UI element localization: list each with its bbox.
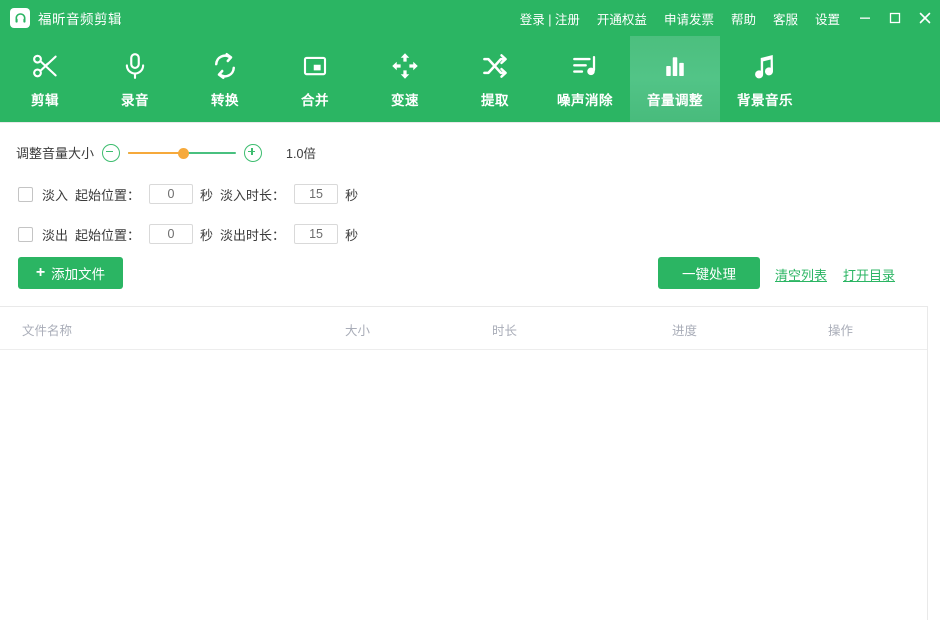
nav-label-record: 录音 [121,89,149,109]
nav-label-edit: 剪辑 [31,89,59,109]
slider-handle[interactable] [178,148,189,159]
main-nav: 剪辑 录音 转换 [0,36,940,122]
plus-circle-icon[interactable] [244,144,262,162]
brand: 福昕音频剪辑 [10,8,122,28]
nav-item-record[interactable]: 录音 [90,36,180,122]
fade-in-start-input[interactable] [149,184,193,204]
merge-icon [300,49,330,83]
title-bar: 福昕音频剪辑 登录 | 注册 开通权益 申请发票 帮助 客服 设置 [0,0,940,36]
close-icon[interactable] [910,0,940,36]
fade-out-checkbox[interactable] [18,227,33,242]
app-title: 福昕音频剪辑 [38,8,122,28]
fade-in-row: 淡入 起始位置： 秒 淡入时长： 秒 [18,184,358,204]
nav-item-convert[interactable]: 转换 [180,36,270,122]
music-note-icon [750,49,780,83]
menu-apply-invoice[interactable]: 申请发票 [664,9,714,28]
table-header-row: 文件名称 大小 时长 进度 操作 [0,307,927,350]
menu-open-benefits[interactable]: 开通权益 [597,9,647,28]
fade-in-duration-unit: 秒 [345,185,358,204]
fade-in-start-unit: 秒 [200,185,213,204]
nav-item-noise-reduction[interactable]: 噪声消除 [540,36,630,122]
menu-help[interactable]: 帮助 [731,9,756,28]
minus-circle-icon[interactable] [102,144,120,162]
column-header-size: 大小 [345,320,370,339]
maximize-icon[interactable] [880,0,910,36]
open-directory-link[interactable]: 打开目录 [843,265,895,284]
nav-item-background-music[interactable]: 背景音乐 [720,36,810,122]
slider-fill [128,152,184,155]
add-file-button[interactable]: + 添加文件 [18,257,123,289]
fade-in-start-label: 起始位置： [75,185,140,204]
nav-item-extract[interactable]: 提取 [450,36,540,122]
process-button[interactable]: 一键处理 [658,257,760,289]
convert-refresh-icon [210,49,240,83]
fade-out-row: 淡出 起始位置： 秒 淡出时长： 秒 [18,224,358,244]
menu-customer-service[interactable]: 客服 [773,9,798,28]
column-header-duration: 时长 [492,320,517,339]
menu-settings[interactable]: 设置 [815,9,840,28]
nav-label-merge: 合并 [301,89,329,109]
nav-item-merge[interactable]: 合并 [270,36,360,122]
nav-item-speed[interactable]: 变速 [360,36,450,122]
fade-out-duration-unit: 秒 [345,225,358,244]
shuffle-extract-icon [480,49,510,83]
fade-out-start-label: 起始位置： [75,225,140,244]
app-window: 福昕音频剪辑 登录 | 注册 开通权益 申请发票 帮助 客服 设置 [0,0,940,620]
clear-list-link[interactable]: 清空列表 [775,265,827,284]
minimize-icon[interactable] [850,0,880,36]
fade-in-duration-label: 淡入时长： [220,185,285,204]
fade-in-label: 淡入 [42,185,68,204]
nav-label-background-music: 背景音乐 [737,89,793,109]
fade-out-duration-label: 淡出时长： [220,225,285,244]
volume-row: 调整音量大小 1.0倍 [16,143,316,162]
volume-bars-icon [660,49,690,83]
column-header-progress: 进度 [672,320,697,339]
add-file-label: 添加文件 [51,263,105,283]
column-header-operation: 操作 [828,320,853,339]
nav-label-convert: 转换 [211,89,239,109]
noise-reduction-icon [570,49,600,83]
fade-out-start-input[interactable] [149,224,193,244]
fade-out-label: 淡出 [42,225,68,244]
volume-slider[interactable] [128,146,236,160]
file-table: 文件名称 大小 时长 进度 操作 [0,306,928,620]
speed-icon [390,49,420,83]
fade-out-duration-input[interactable] [294,224,338,244]
nav-label-volume: 音量调整 [647,89,703,109]
top-menu: 登录 | 注册 开通权益 申请发票 帮助 客服 设置 [520,0,840,36]
nav-label-extract: 提取 [481,89,509,109]
window-controls [850,0,940,36]
nav-label-speed: 变速 [391,89,419,109]
options-panel: 调整音量大小 1.0倍 淡入 起始位置： 秒 淡入时长： 秒 淡出 起始位 [0,122,940,307]
volume-label: 调整音量大小 [16,143,94,162]
menu-login-register[interactable]: 登录 | 注册 [520,9,580,28]
nav-label-noise-reduction: 噪声消除 [557,89,613,109]
microphone-icon [120,49,150,83]
table-body-empty [0,350,927,620]
fade-in-duration-input[interactable] [294,184,338,204]
plus-icon: + [36,265,45,281]
scissors-icon [30,49,60,83]
nav-item-volume[interactable]: 音量调整 [630,36,720,122]
volume-value: 1.0倍 [286,143,316,162]
headphones-logo-icon [10,8,30,28]
fade-out-start-unit: 秒 [200,225,213,244]
column-header-filename: 文件名称 [22,320,72,339]
fade-in-checkbox[interactable] [18,187,33,202]
nav-item-edit[interactable]: 剪辑 [0,36,90,122]
